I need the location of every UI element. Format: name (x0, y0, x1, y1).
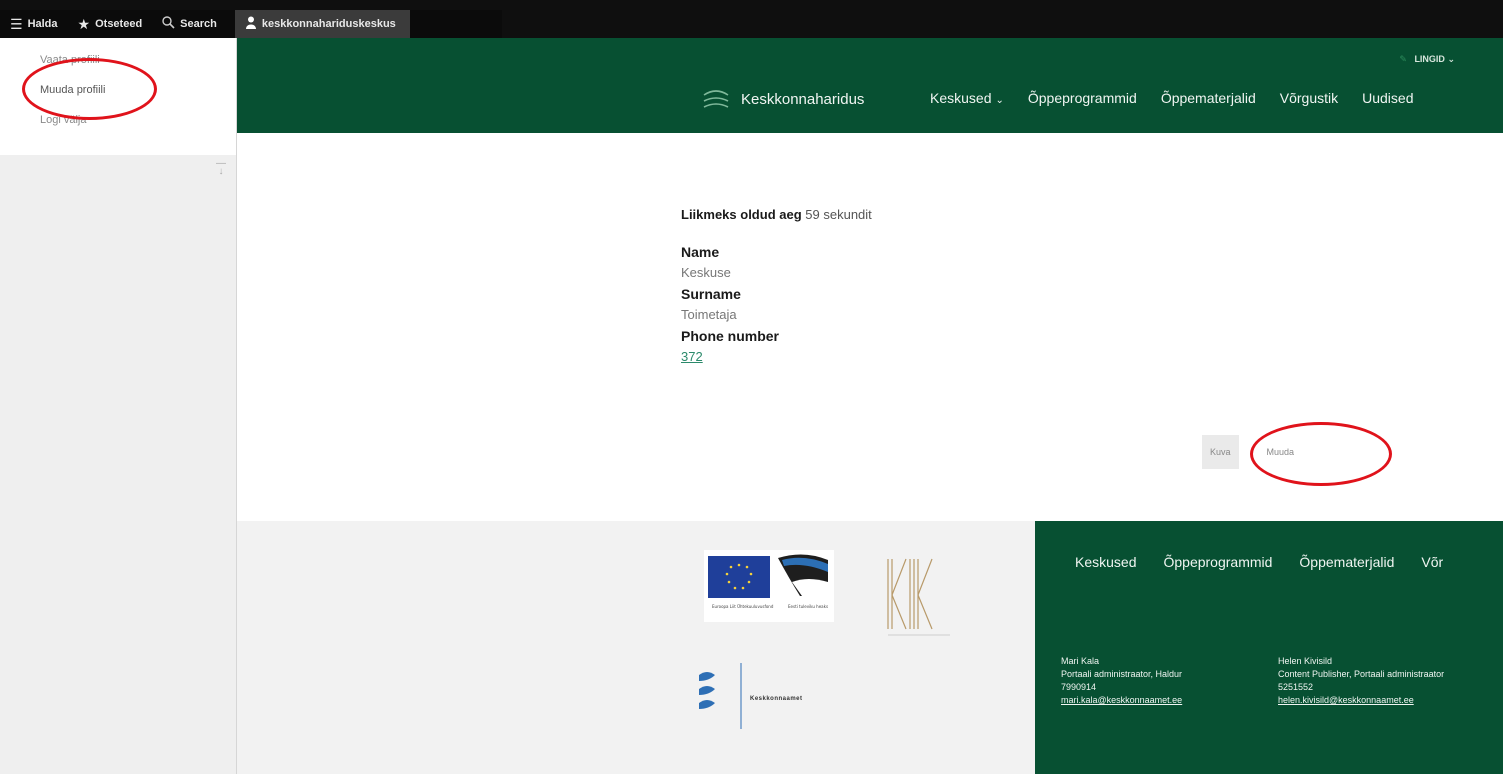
site-header: ✎ LINGID ⌄ Keskkonnaharidus Keskused ⌄ Õp… (237, 38, 1503, 133)
user-menu-button[interactable]: keskkonnahariduskeskus (234, 10, 410, 38)
member-for: Liikmeks oldud aeg 59 sekundit (681, 207, 1201, 222)
footer-logos: Euroopa Liit Ühtekuuluvusfond Eesti tule… (237, 521, 1035, 774)
keskkonnaamet-label: Keskkonnaamet (750, 696, 803, 702)
logo-waves-icon (703, 90, 729, 108)
contact-email-link[interactable]: helen.kivisild@keskkonnaamet.ee (1278, 694, 1468, 707)
language-label: LINGID (1414, 54, 1445, 64)
shortcuts-button[interactable]: ★ Otseteed (68, 10, 153, 38)
footer-nav-keskused[interactable]: Keskused (1075, 554, 1136, 570)
eesti-caption: Eesti tuleviku heaks (788, 604, 828, 609)
manage-button[interactable]: ☰ Halda (0, 10, 68, 38)
footer-nav: Keskused Õppeprogrammid Õppematerjalid V… (1075, 554, 1470, 570)
footer-main: Keskused Õppeprogrammid Õppematerjalid V… (1035, 521, 1503, 774)
manage-label: Halda (27, 18, 58, 30)
language-switcher[interactable]: ✎ LINGID ⌄ (1399, 54, 1455, 65)
user-tray: Vaata profiili Muuda profiili Logi välja… (0, 38, 237, 774)
nav-item-keskused[interactable]: Keskused ⌄ (930, 90, 1004, 106)
name-label: Name (681, 244, 720, 260)
contact-email-link[interactable]: mari.kala@keskkonnaamet.ee (1061, 694, 1241, 707)
chevron-down-icon: ⌄ (1447, 54, 1455, 64)
keskkonnaamet-logo: Keskkonnaamet (697, 661, 857, 731)
contact-card: Helen Kivisild Content Publisher, Portaa… (1278, 655, 1468, 707)
phone-link[interactable]: 372 (681, 346, 1201, 368)
footer-nav-vorgustik[interactable]: Võr (1421, 554, 1443, 570)
nav-item-uudised[interactable]: Uudised (1362, 90, 1413, 106)
footer-nav-oppematerjalid[interactable]: Õppematerjalid (1299, 554, 1394, 570)
profile-content: Liikmeks oldud aeg 59 sekundit Name Kesk… (681, 207, 1201, 368)
nav-item-vorgustik[interactable]: Võrgustik (1280, 90, 1338, 106)
menu-icon: ☰ (10, 15, 23, 32)
tray-orientation-icon[interactable]: — ↓ (216, 159, 226, 177)
surname-label: Surname (681, 286, 741, 302)
user-icon (245, 16, 257, 32)
name-value: Keskuse (681, 265, 731, 280)
contact-phone: 5251552 (1278, 682, 1314, 692)
search-button[interactable]: Search (152, 10, 227, 38)
eu-funds-logo: Euroopa Liit Ühtekuuluvusfond Eesti tule… (704, 550, 834, 622)
kik-logo (882, 551, 952, 641)
tab-view[interactable]: Kuva (1202, 435, 1239, 469)
contact-name: Mari Kala (1061, 656, 1100, 666)
phone-label: Phone number (681, 328, 780, 344)
chevron-down-icon: ⌄ (995, 95, 1004, 106)
toolbar-bar: ☰ Halda ★ Otseteed Search keskkonnaharid… (0, 10, 502, 38)
star-icon: ★ (77, 15, 91, 32)
eu-caption: Euroopa Liit Ühtekuuluvusfond (712, 604, 774, 609)
member-for-label: Liikmeks oldud aeg (681, 207, 802, 222)
main-nav: Keskused ⌄ Õppeprogrammid Õppematerjalid … (930, 90, 1437, 106)
nav-label: Keskused (930, 90, 992, 106)
contact-card: Mari Kala Portaali administraator, Haldu… (1061, 655, 1241, 707)
member-for-value: 59 sekundit (805, 207, 872, 222)
admin-toolbar: ☰ Halda ★ Otseteed Search keskkonnaharid… (0, 0, 1503, 38)
contact-name: Helen Kivisild (1278, 656, 1333, 666)
footer-nav-oppeprogrammid[interactable]: Õppeprogrammid (1163, 554, 1272, 570)
user-label: keskkonnahariduskeskus (261, 18, 396, 30)
contact-role: Portaali administraator, Haldur (1061, 669, 1183, 679)
contact-role: Content Publisher, Portaali administraat… (1278, 669, 1445, 679)
nav-item-oppeprogrammid[interactable]: Õppeprogrammid (1028, 90, 1137, 106)
search-label: Search (180, 18, 217, 30)
shortcuts-label: Otseteed (95, 18, 143, 30)
nav-item-oppematerjalid[interactable]: Õppematerjalid (1161, 90, 1256, 106)
contact-phone: 7990914 (1061, 682, 1097, 692)
search-icon (162, 16, 175, 32)
annotation-circle-edit-profile (22, 58, 157, 120)
surname-value: Toimetaja (681, 307, 737, 322)
site-logo[interactable]: Keskkonnaharidus (703, 88, 864, 110)
site-name: Keskkonnaharidus (741, 90, 865, 108)
annotation-circle-edit-tab (1250, 422, 1392, 486)
pencil-icon: ✎ (1399, 54, 1407, 64)
